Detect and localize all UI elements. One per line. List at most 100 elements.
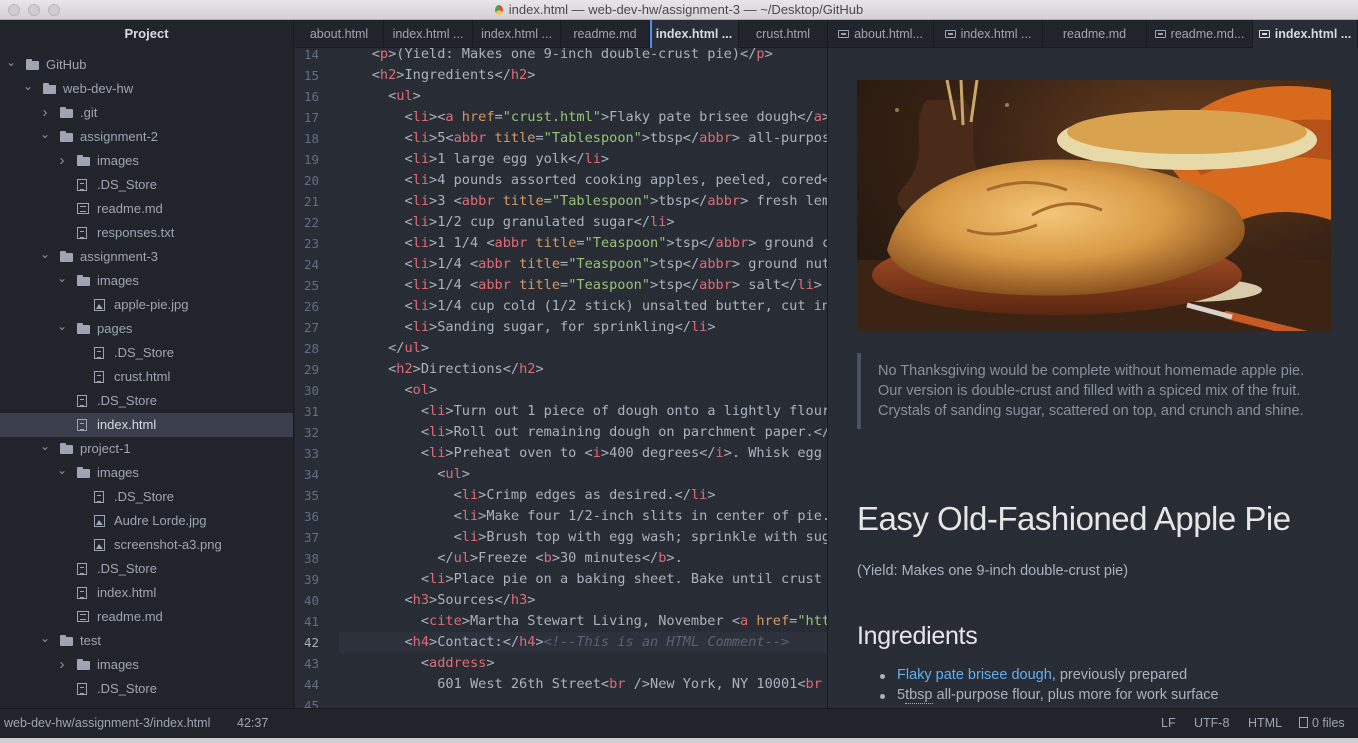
chevron-right-icon[interactable]: › bbox=[57, 653, 67, 677]
editor-tab[interactable]: readme.md... bbox=[1147, 20, 1253, 48]
code-line[interactable]: <li>5<abbr title="Tablespoon">tbsp</abbr… bbox=[339, 128, 827, 149]
tree-file[interactable]: screenshot-a3.png bbox=[0, 533, 293, 557]
status-cursor-position[interactable]: 42:37 bbox=[237, 709, 268, 738]
tree-file[interactable]: Audre Lorde.jpg bbox=[0, 509, 293, 533]
editor-tab[interactable]: index.html ... bbox=[934, 20, 1043, 48]
tree-file[interactable]: apple-pie.jpg bbox=[0, 293, 293, 317]
tree-file[interactable]: readme.md bbox=[0, 197, 293, 221]
tree-folder[interactable]: › images bbox=[0, 653, 293, 677]
code-line[interactable]: <li>1/4 cup cold (1/2 stick) unsalted bu… bbox=[339, 296, 827, 317]
code-line[interactable]: <h3>Sources</h3> bbox=[339, 590, 535, 611]
folder-icon bbox=[77, 275, 90, 287]
chevron-down-icon[interactable]: ⌄ bbox=[57, 266, 67, 290]
editor-tab[interactable]: index.html ... bbox=[650, 20, 739, 48]
code-line[interactable]: <cite>Martha Stewart Living, November <a… bbox=[339, 611, 827, 632]
tree-item-label: .DS_Store bbox=[97, 393, 157, 408]
code-line[interactable]: <li>1/2 cup granulated sugar</li> bbox=[339, 212, 674, 233]
code-line[interactable]: <li>1 1/4 <abbr title="Teaspoon">tsp</ab… bbox=[339, 233, 827, 254]
chevron-down-icon[interactable]: ⌄ bbox=[40, 122, 50, 146]
line-number: 32 bbox=[303, 425, 319, 440]
editor-tab[interactable]: index.html ... bbox=[384, 20, 473, 48]
editor-tab[interactable]: readme.md bbox=[1043, 20, 1147, 48]
chevron-down-icon[interactable]: ⌄ bbox=[40, 626, 50, 650]
crust-link[interactable]: Flaky pate brisee dough bbox=[897, 667, 1052, 683]
tree-file[interactable]: .DS_Store bbox=[0, 677, 293, 701]
tree-folder[interactable]: ⌄ assignment-3 bbox=[0, 242, 293, 269]
code-line[interactable]: </ul> bbox=[339, 338, 429, 359]
chevron-right-icon[interactable]: › bbox=[57, 149, 67, 173]
tree-folder[interactable]: ⌄ assignment-2 bbox=[0, 122, 293, 149]
tree-file[interactable]: crust.html bbox=[0, 365, 293, 389]
code-editor[interactable]: 14 15 16 17 18 19 20 21 22 23 24 25 26 27 28 29 30 31 32 33… bbox=[295, 48, 827, 708]
tree-folder[interactable]: ⌄ project-1 bbox=[0, 434, 293, 461]
tab-label: about.html... bbox=[854, 27, 923, 41]
tree-folder[interactable]: ⌄ web-dev-hw bbox=[0, 74, 293, 101]
chevron-down-icon[interactable]: ⌄ bbox=[40, 242, 50, 266]
tree-file[interactable]: index.html bbox=[0, 581, 293, 605]
chevron-down-icon[interactable]: ⌄ bbox=[57, 458, 67, 482]
code-line[interactable]: <li>Place pie on a baking sheet. Bake un… bbox=[339, 569, 827, 590]
code-line[interactable]: <li>1/4 <abbr title="Teaspoon">tsp</abbr… bbox=[339, 275, 821, 296]
chevron-down-icon[interactable]: ⌄ bbox=[23, 74, 33, 98]
code-line[interactable]: <li>3 <abbr title="Tablespoon">tbsp</abb… bbox=[339, 191, 827, 212]
editor-tab[interactable]: index.html ... bbox=[473, 20, 561, 48]
editor-tab[interactable]: readme.md bbox=[561, 20, 650, 48]
folder-icon bbox=[77, 659, 90, 671]
code-line[interactable]: <li>Turn out 1 piece of dough onto a lig… bbox=[339, 401, 827, 422]
editor-tab[interactable]: index.html ... bbox=[1253, 20, 1358, 48]
code-line[interactable]: </ul>Freeze <b>30 minutes</b>. bbox=[339, 548, 683, 569]
tab-label: readme.md... bbox=[1170, 27, 1245, 41]
code-line[interactable]: <li>Make four 1/2-inch slits in center o… bbox=[339, 506, 827, 527]
code-line[interactable]: <h2>Ingredients</h2> bbox=[339, 65, 536, 86]
tree-file[interactable]: .DS_Store bbox=[0, 485, 293, 509]
tree-item-label: images bbox=[97, 153, 139, 168]
code-line[interactable]: <h4>Contact:</h4><!--This is an HTML Com… bbox=[339, 632, 789, 653]
code-line[interactable]: <li>Crimp edges as desired.</li> bbox=[339, 485, 716, 506]
code-line[interactable]: <li>1 large egg yolk</li> bbox=[339, 149, 609, 170]
status-line-ending[interactable]: LF bbox=[1161, 709, 1176, 738]
code-line[interactable]: <li><a href="crust.html">Flaky pate bris… bbox=[339, 107, 827, 128]
editor-tab[interactable]: about.html bbox=[295, 20, 384, 48]
tree-folder[interactable]: ⌄ test bbox=[0, 626, 293, 653]
status-grammar[interactable]: HTML bbox=[1248, 709, 1282, 738]
status-file-path[interactable]: web-dev-hw/assignment-3/index.html bbox=[4, 709, 210, 738]
tree-file[interactable]: .DS_Store bbox=[0, 389, 293, 413]
status-encoding[interactable]: UTF-8 bbox=[1194, 709, 1229, 738]
tree-folder[interactable]: ⌄ pages bbox=[0, 314, 293, 341]
recipe-yield: (Yield: Makes one 9-inch double-crust pi… bbox=[857, 563, 1129, 579]
tree-item-label: .DS_Store bbox=[114, 345, 174, 360]
tab-bar: about.html index.html ... index.html ... re… bbox=[295, 20, 1358, 48]
code-line[interactable]: 601 West 26th Street<br />New York, NY 1… bbox=[339, 674, 827, 695]
line-number: 17 bbox=[303, 110, 319, 125]
line-number: 34 bbox=[303, 467, 319, 482]
tree-folder[interactable]: › images bbox=[0, 149, 293, 173]
tree-file[interactable]: .DS_Store bbox=[0, 557, 293, 581]
tree-file[interactable]: .DS_Store bbox=[0, 341, 293, 365]
line-number: 14 bbox=[303, 48, 319, 62]
code-line[interactable]: <ol> bbox=[339, 380, 437, 401]
editor-tab[interactable]: crust.html bbox=[739, 20, 828, 48]
chevron-down-icon[interactable]: ⌄ bbox=[40, 434, 50, 458]
code-line[interactable]: <li>Roll out remaining dough on parchmen… bbox=[339, 422, 827, 443]
code-line[interactable]: <ul> bbox=[339, 464, 470, 485]
chevron-down-icon[interactable]: ⌄ bbox=[57, 314, 67, 338]
line-number-gutter: 14 15 16 17 18 19 20 21 22 23 24 25 26 27 28 29 30 31 32 33… bbox=[295, 48, 331, 708]
code-line[interactable]: <address> bbox=[339, 653, 495, 674]
code-line[interactable]: <li>4 pounds assorted cooking apples, pe… bbox=[339, 170, 827, 191]
tree-file[interactable]: .DS_Store bbox=[0, 173, 293, 197]
code-line[interactable]: <h2>Directions</h2> bbox=[339, 359, 544, 380]
code-line[interactable]: <ul> bbox=[339, 86, 421, 107]
code-line[interactable]: <li>Preheat oven to <i>400 degrees</i>. … bbox=[339, 443, 827, 464]
code-line[interactable]: <li>Brush top with egg wash; sprinkle wi… bbox=[339, 527, 827, 548]
tree-item-label: .DS_Store bbox=[97, 177, 157, 192]
code-line[interactable]: <li>Sanding sugar, for sprinkling</li> bbox=[339, 317, 715, 338]
tree-folder[interactable]: ⌄ GitHub bbox=[0, 50, 293, 77]
tab-label: readme.md bbox=[573, 27, 637, 41]
tree-folder[interactable]: ⌄ images bbox=[0, 458, 293, 485]
tree-folder[interactable]: ⌄ images bbox=[0, 266, 293, 293]
status-git-files[interactable]: 0 files bbox=[1299, 709, 1345, 738]
code-line[interactable]: <p>(Yield: Makes one 9-inch double-crust… bbox=[339, 48, 773, 65]
code-line[interactable]: <li>1/4 <abbr title="Teaspoon">tsp</abbr… bbox=[339, 254, 827, 275]
chevron-down-icon[interactable]: ⌄ bbox=[6, 50, 16, 74]
editor-tab[interactable]: about.html... bbox=[828, 20, 934, 48]
